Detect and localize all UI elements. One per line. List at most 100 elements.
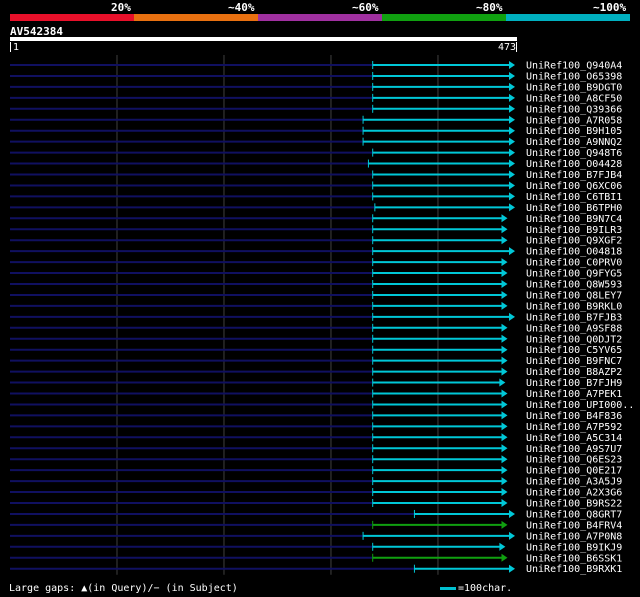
hit-row[interactable]: UniRef100_A8CF50: [10, 93, 622, 104]
hit-row[interactable]: UniRef100_B9RXK1: [10, 564, 622, 575]
hit-label[interactable]: UniRef100_C6TBI1: [526, 192, 622, 203]
hit-label[interactable]: UniRef100_O65398: [526, 71, 622, 82]
hit-row[interactable]: UniRef100_B4FRV4: [10, 520, 622, 531]
hit-label[interactable]: UniRef100_Q8LEY7: [526, 290, 622, 301]
hit-row[interactable]: UniRef100_C0PRV0: [10, 258, 622, 269]
hit-label[interactable]: UniRef100_B9FNC7: [526, 356, 622, 367]
hit-row[interactable]: UniRef100_A9NNQ2: [10, 137, 622, 148]
hit-label[interactable]: UniRef100_A7P0N8: [526, 531, 622, 542]
hit-row[interactable]: UniRef100_B6TPH0: [10, 203, 622, 214]
hit-label[interactable]: UniRef100_Q6ES23: [526, 455, 622, 466]
hit-label[interactable]: UniRef100_Q8GRT7: [526, 509, 622, 520]
hit-arrow-icon: [501, 280, 508, 288]
hit-label[interactable]: UniRef100_B8AZP2: [526, 367, 622, 378]
hit-row[interactable]: UniRef100_Q0DJT2: [10, 334, 622, 345]
hit-row[interactable]: UniRef100_A7R058: [10, 115, 622, 126]
hit-label[interactable]: UniRef100_Q0DJT2: [526, 334, 622, 345]
hit-label[interactable]: UniRef100_B9RS22: [526, 499, 622, 510]
hit-arrow-icon: [509, 192, 515, 201]
hit-row[interactable]: UniRef100_B9IKJ9: [10, 542, 622, 553]
hit-row[interactable]: UniRef100_C5YV65: [10, 345, 622, 356]
hit-row[interactable]: UniRef100_Q940A4: [10, 61, 622, 72]
hit-label[interactable]: UniRef100_Q39366: [526, 104, 622, 115]
hit-row[interactable]: UniRef100_UPI000..: [10, 400, 634, 411]
hit-label[interactable]: UniRef100_B9RXK1: [526, 564, 622, 575]
hit-label[interactable]: UniRef100_O04818: [526, 247, 622, 258]
hit-label[interactable]: UniRef100_UPI000..: [526, 400, 634, 411]
hit-label[interactable]: UniRef100_A9SF88: [526, 323, 622, 334]
hit-row[interactable]: UniRef100_B9N7C4: [10, 214, 622, 225]
hit-label[interactable]: UniRef100_A5C314: [526, 433, 622, 444]
hit-label[interactable]: UniRef100_B9RKL0: [526, 301, 622, 312]
hit-label[interactable]: UniRef100_A2X3G6: [526, 488, 622, 499]
hit-label[interactable]: UniRef100_A7P592: [526, 422, 622, 433]
hit-row[interactable]: UniRef100_A9SF88: [10, 323, 622, 334]
hit-row[interactable]: UniRef100_Q948T6: [10, 148, 622, 159]
hit-label[interactable]: UniRef100_B6TPH0: [526, 203, 622, 214]
hit-row[interactable]: UniRef100_A2X3G6: [10, 488, 622, 499]
hit-label[interactable]: UniRef100_B7FJH9: [526, 378, 622, 389]
hit-row[interactable]: UniRef100_Q6ES23: [10, 455, 622, 466]
hit-row[interactable]: UniRef100_C6TBI1: [10, 192, 622, 203]
hit-label[interactable]: UniRef100_B4FRV4: [526, 520, 622, 531]
hit-label[interactable]: UniRef100_Q948T6: [526, 148, 622, 159]
hit-row[interactable]: UniRef100_B9RS22: [10, 499, 622, 510]
hit-row[interactable]: UniRef100_Q9FYG5: [10, 269, 622, 280]
hit-label[interactable]: UniRef100_Q9FYG5: [526, 269, 622, 280]
hit-row[interactable]: UniRef100_Q8GRT7: [10, 509, 622, 520]
hit-label[interactable]: UniRef100_B9H105: [526, 126, 622, 137]
hit-row[interactable]: UniRef100_O65398: [10, 71, 622, 82]
hit-label[interactable]: UniRef100_A7PEK1: [526, 389, 622, 400]
hit-row[interactable]: UniRef100_A7P0N8: [10, 531, 622, 542]
hit-label[interactable]: UniRef100_Q6XC06: [526, 181, 622, 192]
hit-arrow-icon: [501, 520, 508, 529]
hit-label[interactable]: UniRef100_B4F836: [526, 411, 622, 422]
hit-arrow-icon: [509, 104, 515, 113]
hit-row[interactable]: UniRef100_A9S7U7: [10, 444, 622, 455]
hit-row[interactable]: UniRef100_Q8W593: [10, 280, 622, 291]
hit-row[interactable]: UniRef100_Q6XC06: [10, 181, 622, 192]
hit-row[interactable]: UniRef100_B7FJB3: [10, 312, 622, 323]
hit-label[interactable]: UniRef100_B9ILR3: [526, 225, 622, 236]
hit-arrow-icon: [509, 82, 515, 91]
hit-label[interactable]: UniRef100_C0PRV0: [526, 258, 622, 269]
hit-label[interactable]: UniRef100_B7FJB4: [526, 170, 622, 181]
hit-row[interactable]: UniRef100_B9FNC7: [10, 356, 622, 367]
hit-row[interactable]: UniRef100_A7PEK1: [10, 389, 622, 400]
hit-label[interactable]: UniRef100_Q0E217: [526, 466, 622, 477]
hit-row[interactable]: UniRef100_B9H105: [10, 126, 622, 137]
hit-row[interactable]: UniRef100_B7FJB4: [10, 170, 622, 181]
hit-label[interactable]: UniRef100_Q8W593: [526, 280, 622, 291]
hit-label[interactable]: UniRef100_C5YV65: [526, 345, 622, 356]
hit-row[interactable]: UniRef100_O04818: [10, 247, 622, 258]
hit-label[interactable]: UniRef100_A7R058: [526, 115, 622, 126]
hit-row[interactable]: UniRef100_A3A5J9: [10, 477, 622, 488]
hit-row[interactable]: UniRef100_B4F836: [10, 411, 622, 422]
hit-row[interactable]: UniRef100_Q39366: [10, 104, 622, 115]
hit-label[interactable]: UniRef100_A8CF50: [526, 93, 622, 104]
hit-label[interactable]: UniRef100_B6SSK1: [526, 553, 622, 564]
hit-label[interactable]: UniRef100_A3A5J9: [526, 477, 622, 488]
hit-label[interactable]: UniRef100_B7FJB3: [526, 312, 622, 323]
hit-row[interactable]: UniRef100_Q0E217: [10, 466, 622, 477]
hit-row[interactable]: UniRef100_Q9XGF2: [10, 236, 622, 247]
hit-label[interactable]: UniRef100_A9S7U7: [526, 444, 622, 455]
hit-row[interactable]: UniRef100_Q8LEY7: [10, 290, 622, 301]
hit-row[interactable]: UniRef100_B8AZP2: [10, 367, 622, 378]
hit-row[interactable]: UniRef100_B9RKL0: [10, 301, 622, 312]
hit-row[interactable]: UniRef100_A7P592: [10, 422, 622, 433]
hit-row[interactable]: UniRef100_B9ILR3: [10, 225, 622, 236]
hit-row[interactable]: UniRef100_A5C314: [10, 433, 622, 444]
hit-row[interactable]: UniRef100_B7FJH9: [10, 378, 622, 389]
hit-row[interactable]: UniRef100_B6SSK1: [10, 553, 622, 564]
hit-row[interactable]: UniRef100_O04428: [10, 159, 622, 170]
hit-arrow-icon: [499, 542, 506, 551]
hit-label[interactable]: UniRef100_Q940A4: [526, 61, 622, 72]
hit-label[interactable]: UniRef100_Q9XGF2: [526, 236, 622, 247]
hit-row[interactable]: UniRef100_B9DGT0: [10, 82, 622, 93]
hit-label[interactable]: UniRef100_B9IKJ9: [526, 542, 622, 553]
hit-label[interactable]: UniRef100_B9N7C4: [526, 214, 622, 225]
hit-label[interactable]: UniRef100_B9DGT0: [526, 82, 622, 93]
hit-label[interactable]: UniRef100_A9NNQ2: [526, 137, 622, 148]
hit-label[interactable]: UniRef100_O04428: [526, 159, 622, 170]
